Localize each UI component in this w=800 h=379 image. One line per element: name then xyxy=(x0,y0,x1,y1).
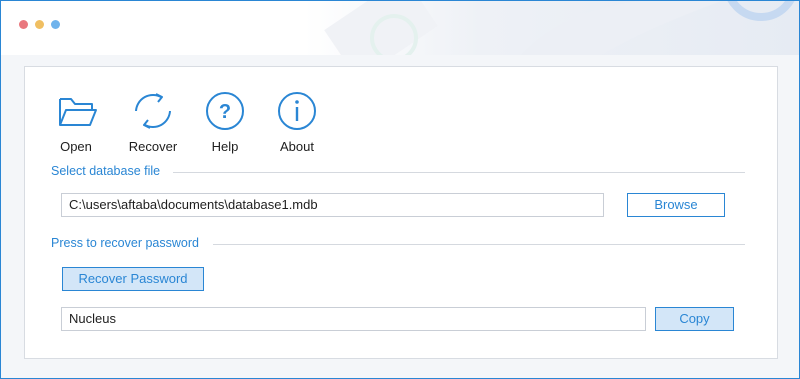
recover-password-button[interactable]: Recover Password xyxy=(62,267,204,291)
info-circle-icon xyxy=(278,92,316,130)
title-bar xyxy=(1,1,799,55)
app-window: Open Recover ? Help About Select databas… xyxy=(0,0,800,379)
browse-button[interactable]: Browse xyxy=(627,193,725,217)
select-database-heading: Select database file xyxy=(51,164,161,178)
select-section-divider xyxy=(173,172,745,173)
file-path-field[interactable]: C:\users\aftaba\documents\database1.mdb xyxy=(61,193,604,217)
recovered-password-field[interactable]: Nucleus xyxy=(61,307,646,331)
question-circle-icon: ? xyxy=(206,92,244,130)
svg-text:?: ? xyxy=(219,101,231,123)
title-bar-decoration xyxy=(324,1,795,55)
main-panel: Open Recover ? Help About Select databas… xyxy=(24,66,778,359)
open-button[interactable]: Open xyxy=(41,89,111,154)
help-label: Help xyxy=(211,139,239,154)
recover-label: Recover xyxy=(128,139,178,154)
refresh-icon xyxy=(135,93,171,129)
copy-button[interactable]: Copy xyxy=(655,307,734,331)
recover-button[interactable]: Recover xyxy=(118,89,188,154)
about-button[interactable]: About xyxy=(262,89,332,154)
help-button[interactable]: ? Help xyxy=(190,89,260,154)
recover-password-heading: Press to recover password xyxy=(51,236,199,250)
about-label: About xyxy=(280,139,314,154)
folder-open-icon xyxy=(59,98,97,126)
recover-section-divider xyxy=(213,244,745,245)
open-label: Open xyxy=(60,139,92,154)
